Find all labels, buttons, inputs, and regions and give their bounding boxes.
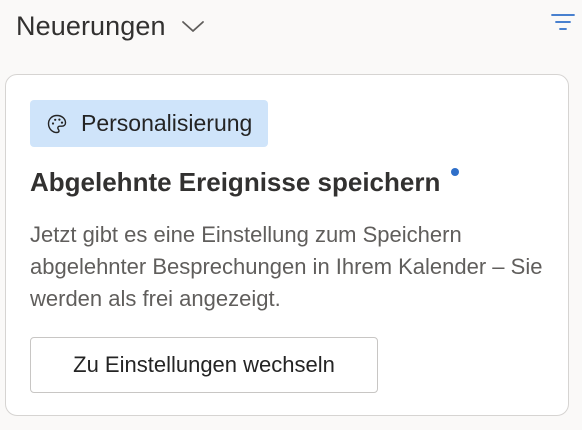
news-headline: Abgelehnte Ereignisse speichern [30, 167, 441, 197]
panel-title: Neuerungen [16, 10, 166, 41]
go-to-settings-button[interactable]: Zu Einstellungen wechseln [30, 337, 378, 393]
category-tag-label: Personalisierung [81, 110, 253, 136]
filter-icon[interactable] [550, 12, 576, 32]
panel-header: Neuerungen [16, 8, 562, 44]
news-description: Jetzt gibt es eine Einstellung zum Speic… [30, 222, 543, 311]
unread-indicator [451, 168, 459, 176]
news-card: Personalisierung Abgelehnte Ereignisse s… [5, 74, 569, 416]
category-tag: Personalisierung [30, 100, 269, 147]
chevron-down-icon[interactable] [180, 18, 206, 36]
palette-icon [46, 113, 68, 135]
